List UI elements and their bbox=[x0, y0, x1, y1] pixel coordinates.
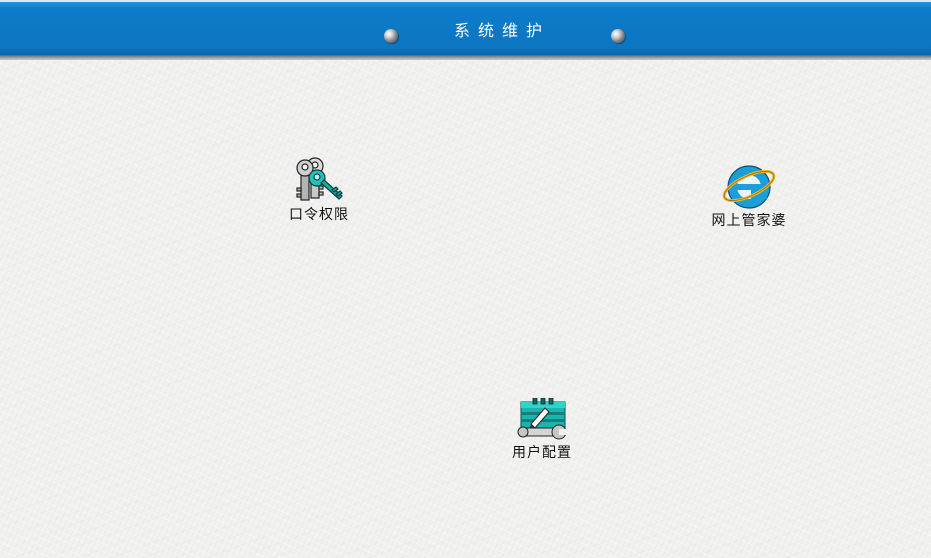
password-permissions-label: 口令权限 bbox=[289, 207, 349, 223]
user-configuration-label: 用户配置 bbox=[512, 445, 572, 461]
user-configuration-shortcut[interactable]: 用户配置 bbox=[500, 398, 584, 462]
title-bar-shadow bbox=[0, 55, 931, 60]
right-bullet-icon bbox=[611, 29, 625, 43]
internet-explorer-icon bbox=[722, 165, 776, 209]
online-manager-shortcut[interactable]: 网上管家婆 bbox=[700, 160, 798, 230]
password-permissions-shortcut[interactable]: 口令权限 bbox=[278, 156, 360, 224]
online-manager-label: 网上管家婆 bbox=[711, 213, 787, 229]
page-title: 系统维护 bbox=[453, 21, 550, 40]
wrench-gear-icon bbox=[517, 398, 568, 440]
keys-icon bbox=[296, 157, 343, 201]
